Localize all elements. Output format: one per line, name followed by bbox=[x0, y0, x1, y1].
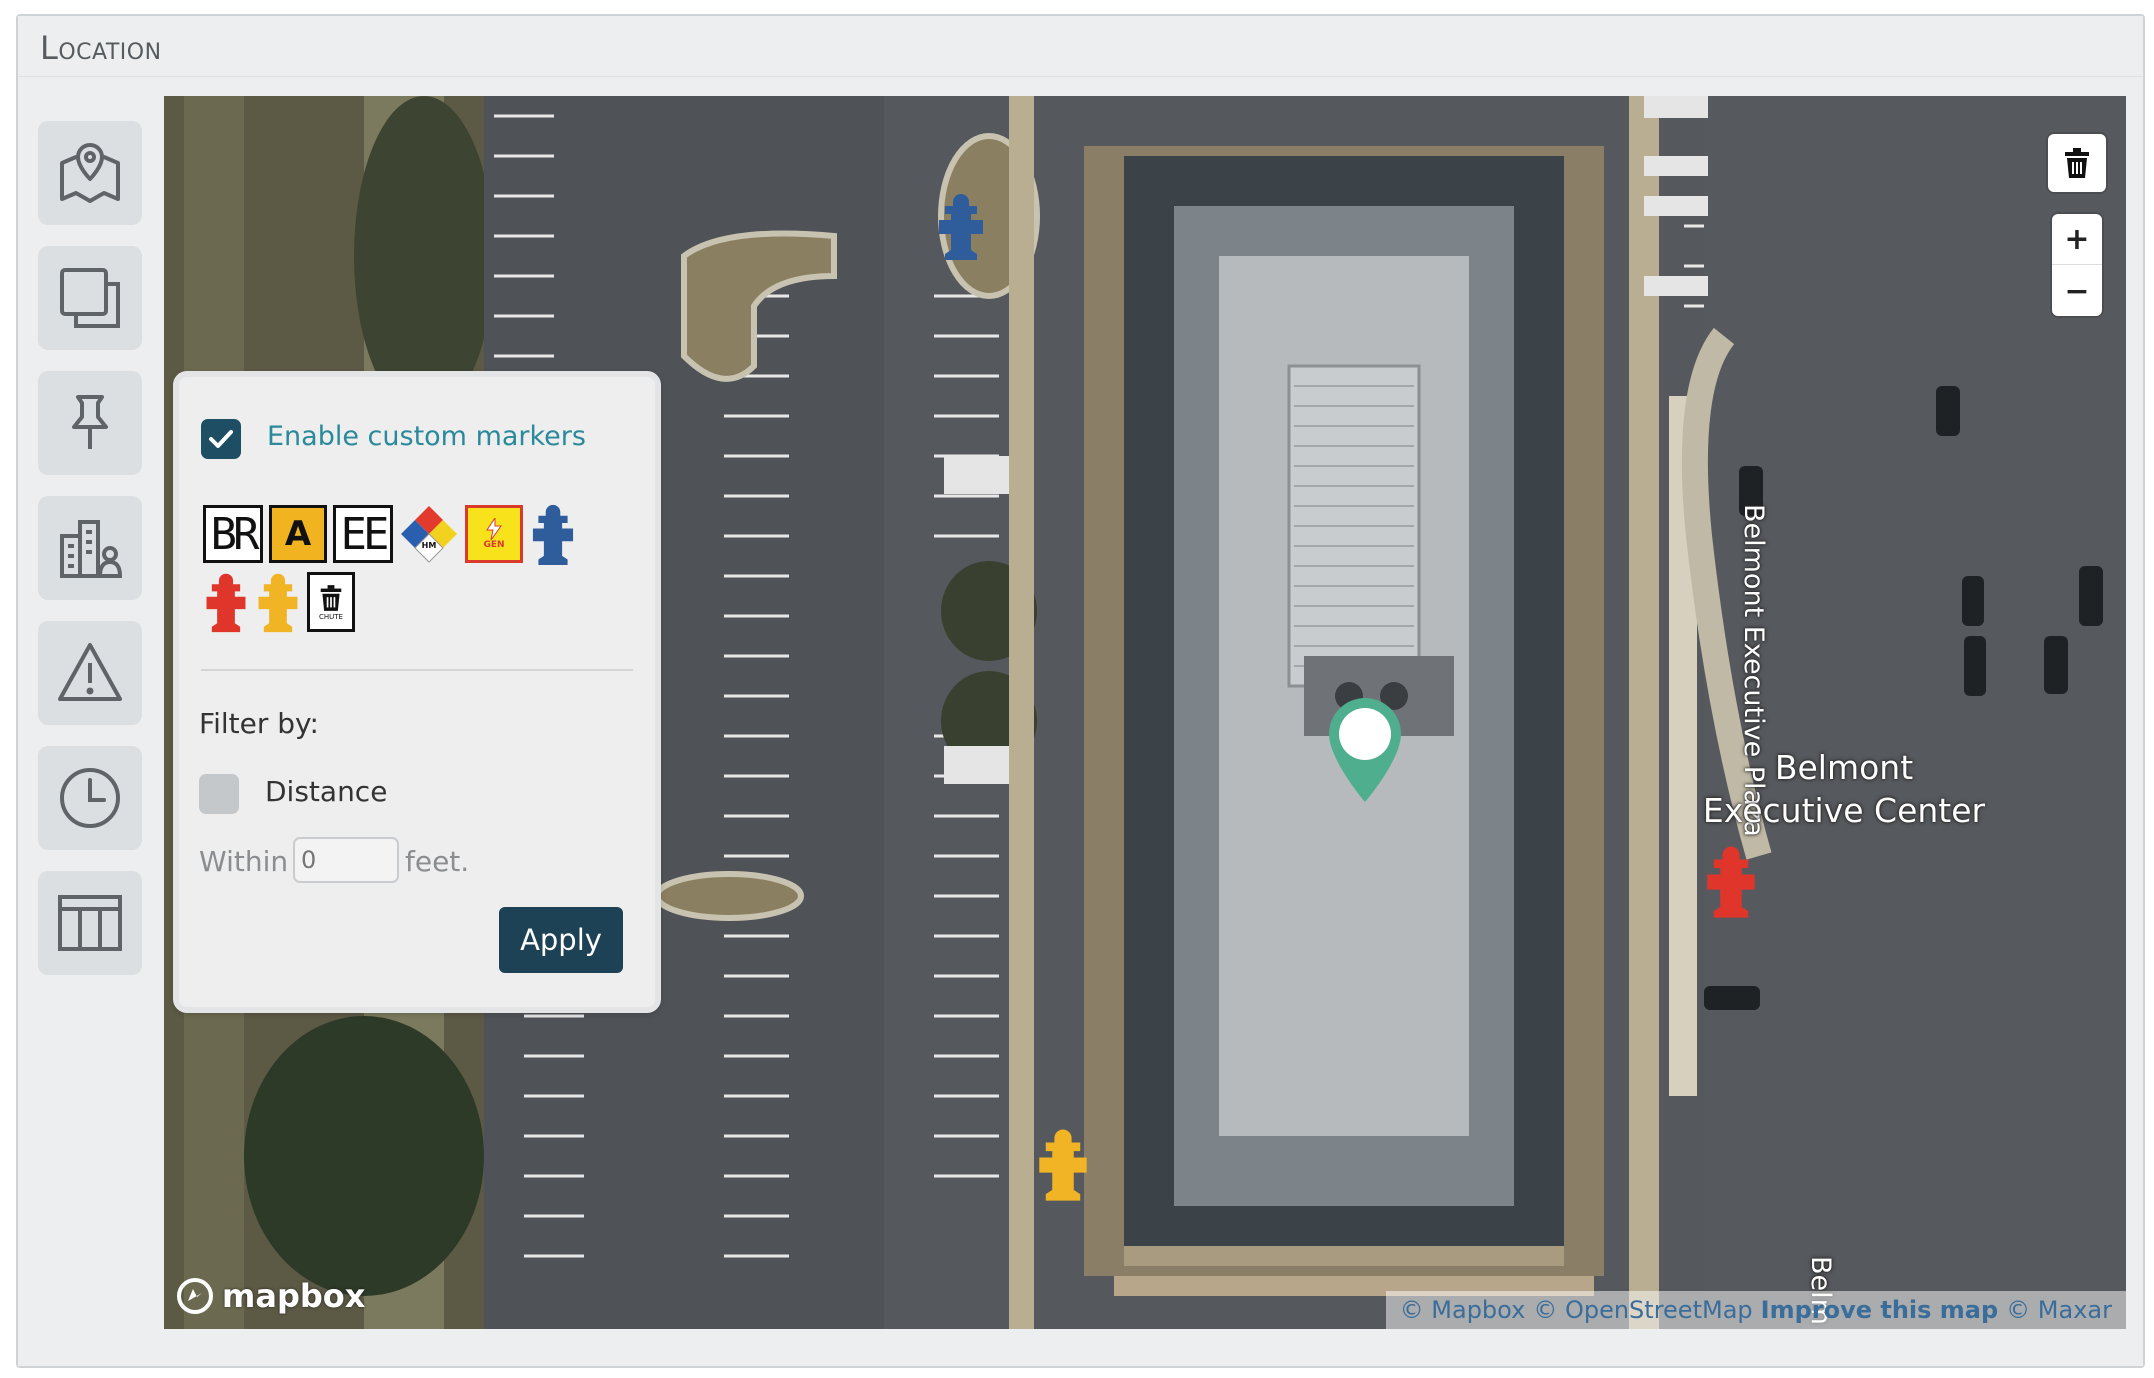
zoom-out-button[interactable]: − bbox=[2052, 266, 2102, 316]
sidebar-pin-button[interactable] bbox=[38, 371, 142, 475]
enable-custom-markers-checkbox[interactable] bbox=[201, 419, 241, 459]
warning-icon bbox=[58, 643, 122, 701]
attribution-maxar-link[interactable]: © Maxar bbox=[2006, 1296, 2112, 1324]
sidebar-hazards-button[interactable] bbox=[38, 621, 142, 725]
marker-palette-row-2: CHUTE bbox=[203, 571, 355, 633]
pushpin-icon bbox=[72, 395, 108, 449]
enable-custom-markers-label[interactable]: Enable custom markers bbox=[267, 421, 586, 452]
popup-divider bbox=[201, 669, 633, 671]
map-attribution: © Mapbox © OpenStreetMap Improve this ma… bbox=[1385, 1291, 2126, 1329]
poi-label-line2: Executive Center bbox=[1702, 791, 1986, 830]
trash-control bbox=[2048, 134, 2106, 192]
location-panel: Location Belmont Executive Plaza Belmont… bbox=[16, 14, 2145, 1368]
sidebar-layers-button[interactable] bbox=[38, 246, 142, 350]
sidebar-table-button[interactable] bbox=[38, 871, 142, 975]
hazmat-diamond-icon[interactable]: HM bbox=[399, 504, 459, 564]
building-person-icon bbox=[60, 520, 123, 578]
marker-br-label: BR bbox=[210, 508, 260, 560]
feet-label: feet. bbox=[405, 845, 470, 878]
chute-label: CHUTE bbox=[319, 613, 343, 621]
distance-checkbox[interactable] bbox=[199, 774, 239, 814]
marker-ee-label: EE bbox=[340, 508, 390, 560]
distance-label[interactable]: Distance bbox=[265, 775, 387, 808]
zoom-divider bbox=[2052, 264, 2102, 265]
trash-chute-icon bbox=[320, 585, 342, 611]
marker-palette-row-1: BR A EE HM GEN bbox=[203, 503, 577, 565]
yellow-hydrant-marker[interactable] bbox=[1035, 1127, 1091, 1201]
red-hydrant-icon[interactable] bbox=[203, 571, 249, 633]
attribution-mapbox-link[interactable]: © Mapbox bbox=[1400, 1296, 1526, 1324]
red-hydrant-marker[interactable] bbox=[1703, 844, 1759, 918]
selected-location-pin[interactable] bbox=[1325, 694, 1405, 806]
poi-label-line1: Belmont bbox=[1774, 748, 1914, 787]
mapbox-logo[interactable]: mapbox bbox=[176, 1277, 365, 1315]
apply-button[interactable]: Apply bbox=[499, 907, 623, 973]
sidebar-history-button[interactable] bbox=[38, 746, 142, 850]
panel-header: Location bbox=[18, 16, 2143, 77]
delete-marker-button[interactable] bbox=[2052, 138, 2102, 188]
marker-option-gen[interactable]: GEN bbox=[465, 505, 523, 563]
marker-option-br[interactable]: BR bbox=[203, 505, 263, 563]
mapbox-logo-icon bbox=[177, 1278, 213, 1314]
panel-title: Location bbox=[40, 29, 162, 67]
clock-icon bbox=[60, 768, 120, 828]
distance-input[interactable] bbox=[293, 837, 399, 883]
sidebar-buildings-button[interactable] bbox=[38, 496, 142, 600]
hazmat-label: HM bbox=[422, 541, 437, 550]
filter-by-label: Filter by: bbox=[199, 707, 319, 740]
check-icon bbox=[209, 430, 233, 448]
zoom-control: + − bbox=[2052, 214, 2102, 316]
marker-option-chute[interactable]: CHUTE bbox=[307, 572, 355, 632]
blue-hydrant-marker[interactable] bbox=[935, 192, 987, 260]
trash-icon bbox=[2065, 148, 2089, 178]
within-label: Within bbox=[199, 845, 289, 878]
layers-icon bbox=[60, 268, 120, 328]
zoom-in-button[interactable]: + bbox=[2052, 214, 2102, 264]
blue-hydrant-icon[interactable] bbox=[529, 503, 577, 565]
marker-option-ee[interactable]: EE bbox=[333, 505, 393, 563]
yellow-hydrant-icon[interactable] bbox=[255, 571, 301, 633]
attribution-osm-link[interactable]: © OpenStreetMap bbox=[1533, 1296, 1752, 1324]
table-icon bbox=[58, 895, 122, 951]
lightning-icon bbox=[486, 518, 502, 540]
attribution-improve-link[interactable]: Improve this map bbox=[1761, 1296, 1999, 1324]
custom-markers-popup: Enable custom markers BR A EE HM GEN CHU… bbox=[173, 371, 661, 1013]
marker-a-label: A bbox=[284, 514, 312, 554]
map-pin-icon bbox=[60, 143, 120, 203]
generator-label: GEN bbox=[483, 540, 505, 550]
mapbox-logo-text: mapbox bbox=[222, 1277, 366, 1315]
marker-option-a[interactable]: A bbox=[269, 505, 327, 563]
sidebar-map-button[interactable] bbox=[38, 121, 142, 225]
